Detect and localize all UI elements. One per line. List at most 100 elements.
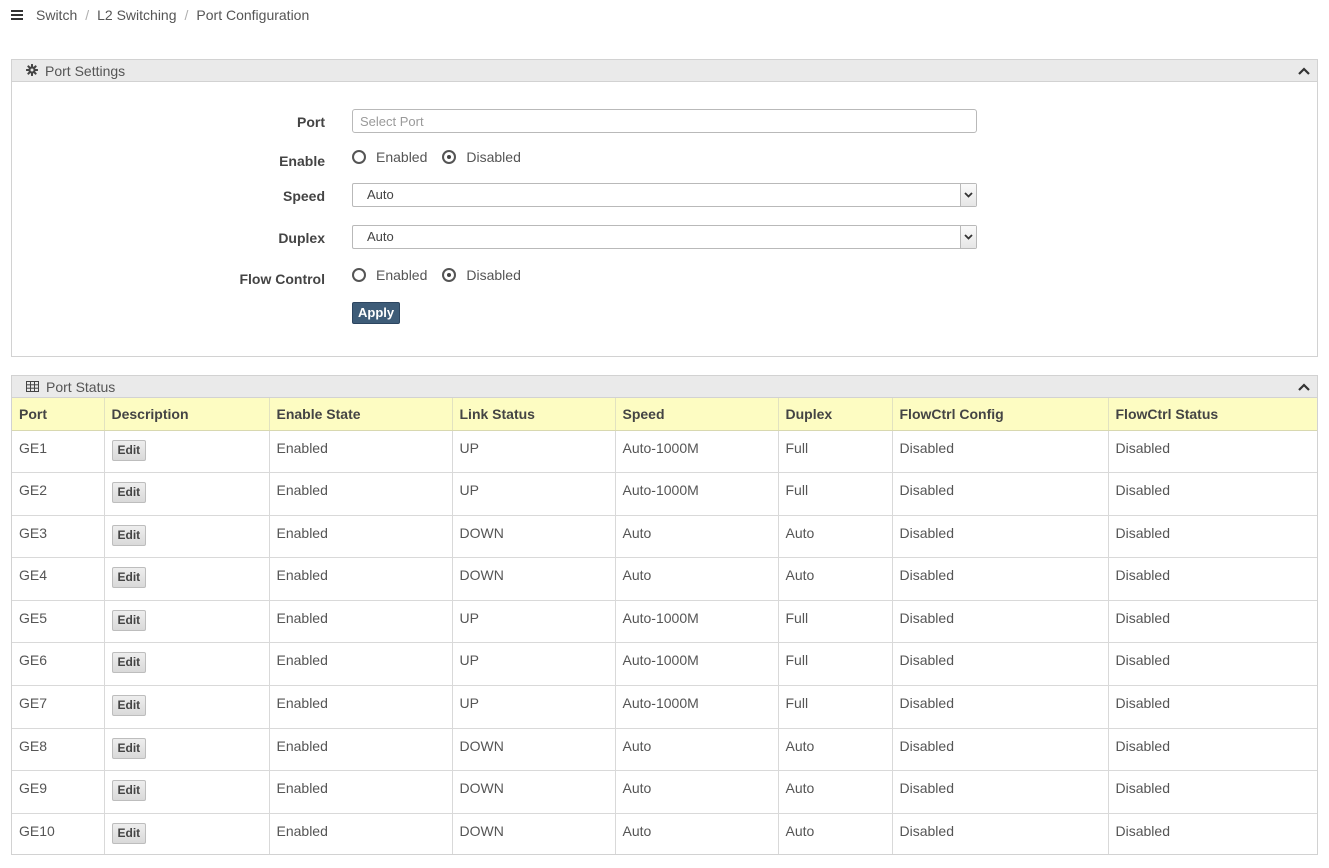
flowctrl-config-cell: Disabled [892, 472, 1109, 516]
link-status-cell: UP [452, 642, 616, 687]
breadcrumb-separator: / [85, 7, 90, 23]
column-header-port[interactable]: Port [12, 398, 105, 431]
speed-cell: Auto-1000M [615, 685, 779, 729]
edit-button[interactable]: Edit [111, 439, 147, 461]
column-header-link-status[interactable]: Link Status [452, 398, 616, 431]
edit-button[interactable]: Edit [111, 524, 147, 546]
link-status-cell: DOWN [452, 557, 616, 601]
chevron-down-icon[interactable] [960, 184, 976, 206]
enable-state-cell: Enabled [269, 430, 453, 474]
flow-control-enabled-label[interactable]: Enabled [376, 267, 427, 283]
chevron-up-icon[interactable] [1291, 60, 1317, 81]
description-cell: Edit [104, 600, 270, 644]
menu-icon[interactable] [11, 10, 23, 20]
port-cell: GE7 [12, 685, 105, 729]
flowctrl-status-cell: Disabled [1108, 642, 1317, 687]
speed-cell: Auto-1000M [615, 642, 779, 687]
flowctrl-status-cell: Disabled [1108, 600, 1317, 644]
column-header-flowctrl-status[interactable]: FlowCtrl Status [1108, 398, 1317, 431]
table-row: GE6 Edit Enabled UP Auto-1000M Full Disabled Di… [12, 642, 1317, 687]
edit-button[interactable]: Edit [111, 652, 147, 674]
link-status-cell: UP [452, 472, 616, 516]
apply-button[interactable]: Apply [352, 302, 401, 324]
breadcrumb-item-switch[interactable]: Switch [36, 7, 77, 23]
column-header-description[interactable]: Description [104, 398, 270, 431]
duplex-cell: Auto [778, 813, 893, 854]
description-cell: Edit [104, 770, 270, 814]
flowctrl-status-cell: Disabled [1108, 728, 1317, 772]
flowctrl-config-cell: Disabled [892, 600, 1109, 644]
speed-select[interactable]: Auto [352, 183, 977, 207]
table-row: GE1 Edit Enabled UP Auto-1000M Full Disabled Di… [12, 430, 1317, 474]
flowctrl-status-cell: Disabled [1108, 813, 1317, 854]
port-cell: GE10 [12, 813, 105, 854]
edit-button[interactable]: Edit [111, 822, 147, 844]
edit-button[interactable]: Edit [111, 609, 147, 631]
speed-select-value: Auto [367, 187, 394, 202]
port-status-title: Port Status [46, 378, 116, 395]
flow-control-enabled-radio[interactable] [352, 268, 366, 282]
enable-disabled-radio[interactable] [442, 150, 457, 164]
duplex-cell: Full [778, 472, 893, 516]
flowctrl-config-cell: Disabled [892, 515, 1109, 559]
port-cell: GE5 [12, 600, 105, 644]
chevron-up-icon[interactable] [1291, 376, 1317, 397]
edit-button[interactable]: Edit [111, 737, 147, 759]
duplex-cell: Auto [778, 557, 893, 601]
port-settings-panel: Port Settings Port Enable Enabled Disabl… [11, 59, 1318, 357]
flowctrl-status-cell: Disabled [1108, 685, 1317, 729]
enable-state-cell: Enabled [269, 472, 453, 516]
speed-cell: Auto [615, 813, 779, 854]
edit-button[interactable]: Edit [111, 567, 147, 589]
port-settings-title: Port Settings [45, 62, 126, 79]
edit-button[interactable]: Edit [111, 695, 147, 717]
description-cell: Edit [104, 472, 270, 516]
flowctrl-status-cell: Disabled [1108, 472, 1317, 516]
port-cell: GE1 [12, 430, 105, 474]
column-header-speed[interactable]: Speed [615, 398, 779, 431]
flowctrl-status-cell: Disabled [1108, 557, 1317, 601]
enable-state-cell: Enabled [269, 642, 453, 687]
flowctrl-config-cell: Disabled [892, 557, 1109, 601]
port-cell: GE9 [12, 770, 105, 814]
enable-state-cell: Enabled [269, 813, 453, 854]
table-row: GE3 Edit Enabled DOWN Auto Auto Disabled Disabl… [12, 515, 1317, 559]
duplex-select[interactable]: Auto [352, 225, 977, 249]
port-cell: GE2 [12, 472, 105, 516]
chevron-down-icon[interactable] [960, 226, 976, 248]
table-row: GE9 Edit Enabled DOWN Auto Auto Disabled Disabl… [12, 770, 1317, 814]
gear-icon [26, 63, 38, 79]
column-header-flowctrl-config[interactable]: FlowCtrl Config [892, 398, 1109, 431]
enable-state-cell: Enabled [269, 728, 453, 772]
breadcrumb-item-l2-switching[interactable]: L2 Switching [97, 7, 176, 23]
enable-label: Enable [279, 153, 325, 169]
speed-label: Speed [282, 188, 325, 204]
edit-button[interactable]: Edit [111, 482, 147, 504]
enable-disabled-label[interactable]: Disabled [466, 149, 520, 165]
enable-enabled-label[interactable]: Enabled [376, 149, 427, 165]
enable-enabled-radio[interactable] [352, 150, 366, 164]
table-row: GE5 Edit Enabled UP Auto-1000M Full Disabled Di… [12, 600, 1317, 644]
link-status-cell: DOWN [452, 813, 616, 854]
duplex-cell: Full [778, 430, 893, 474]
breadcrumb-item-port-configuration: Port Configuration [196, 7, 310, 23]
table-row: GE2 Edit Enabled UP Auto-1000M Full Disabled Di… [12, 472, 1317, 516]
flowctrl-config-cell: Disabled [892, 642, 1109, 687]
description-cell: Edit [104, 557, 270, 601]
speed-cell: Auto-1000M [615, 430, 779, 474]
port-cell: GE8 [12, 728, 105, 772]
link-status-cell: UP [452, 685, 616, 729]
port-input[interactable] [352, 109, 977, 133]
flowctrl-status-cell: Disabled [1108, 770, 1317, 814]
duplex-cell: Full [778, 600, 893, 644]
table-row: GE8 Edit Enabled DOWN Auto Auto Disabled Disabl… [12, 728, 1317, 772]
column-header-enable-state[interactable]: Enable State [269, 398, 453, 431]
port-label: Port [297, 114, 325, 130]
flow-control-disabled-radio[interactable] [442, 268, 457, 282]
flow-control-disabled-label[interactable]: Disabled [466, 267, 520, 283]
column-header-duplex[interactable]: Duplex [778, 398, 893, 431]
speed-cell: Auto [615, 557, 779, 601]
table-row: GE7 Edit Enabled UP Auto-1000M Full Disabled Di… [12, 685, 1317, 729]
enable-state-cell: Enabled [269, 515, 453, 559]
edit-button[interactable]: Edit [111, 780, 147, 802]
